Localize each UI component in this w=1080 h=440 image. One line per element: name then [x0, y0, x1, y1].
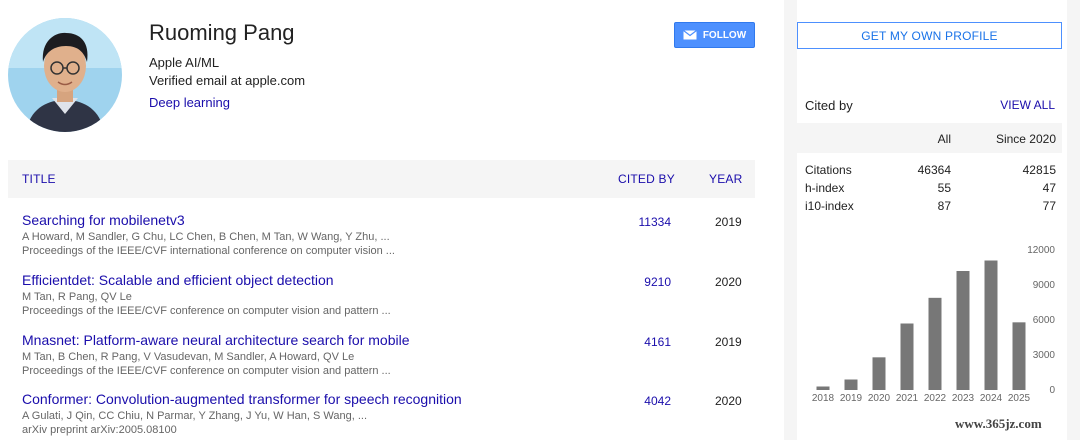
- stats-all-header: All: [937, 132, 951, 146]
- article-year: 2019: [715, 335, 742, 349]
- stats-all-value: 46364: [917, 163, 951, 177]
- profile-affiliation: Apple AI/ML: [149, 55, 220, 70]
- stats-header: All Since 2020: [797, 123, 1062, 153]
- x-tick-label: 2019: [840, 393, 863, 404]
- article-venue: arXiv preprint arXiv:2005.08100: [22, 424, 177, 436]
- x-tick-label: 2022: [924, 393, 947, 404]
- article-authors: M Tan, R Pang, QV Le: [22, 291, 132, 303]
- stats-since-value: 77: [1042, 199, 1056, 213]
- x-tick-label: 2023: [952, 393, 975, 404]
- article-year: 2020: [715, 275, 742, 289]
- stats-row: h-index 55 47: [797, 181, 1062, 199]
- stats-label-link[interactable]: Citations: [805, 163, 852, 177]
- stats-label-link[interactable]: i10-index: [805, 199, 854, 213]
- stats-since-value: 47: [1042, 181, 1056, 195]
- avatar: [8, 18, 122, 132]
- article-year: 2019: [715, 215, 742, 229]
- table-row: Efficientdet: Scalable and efficient obj…: [8, 272, 755, 332]
- table-row: Mnasnet: Platform-aware neural architect…: [8, 332, 755, 392]
- research-interest-link[interactable]: Deep learning: [149, 95, 230, 110]
- table-row: Conformer: Convolution-augmented transfo…: [8, 391, 755, 440]
- article-venue: Proceedings of the IEEE/CVF internationa…: [22, 245, 395, 257]
- y-tick-label: 0: [1049, 385, 1055, 396]
- citation-bar[interactable]: [1012, 322, 1026, 390]
- y-tick-label: 12000: [1027, 245, 1055, 256]
- citation-bar[interactable]: [928, 297, 942, 390]
- citation-bar[interactable]: [872, 357, 886, 390]
- y-tick-label: 9000: [1033, 280, 1056, 291]
- article-authors: M Tan, B Chen, R Pang, V Vasudevan, M Sa…: [22, 351, 355, 363]
- profile-main: Ruoming Pang Apple AI/ML Verified email …: [0, 0, 784, 440]
- stats-since-value: 42815: [1022, 163, 1056, 177]
- article-year: 2020: [715, 394, 742, 408]
- stats-all-value: 55: [937, 181, 951, 195]
- citation-bar[interactable]: [900, 323, 914, 391]
- cited-by-column-header[interactable]: CITED BY: [618, 172, 675, 186]
- citation-bar[interactable]: [984, 260, 998, 391]
- citation-bar[interactable]: [844, 379, 858, 391]
- y-tick-label: 6000: [1033, 315, 1056, 326]
- view-all-link[interactable]: VIEW ALL: [1000, 98, 1055, 112]
- stats-label-link[interactable]: h-index: [805, 181, 844, 195]
- citation-bar[interactable]: [956, 271, 970, 390]
- articles-table-header: TITLE CITED BY YEAR: [8, 160, 755, 198]
- citations-per-year-chart: 12000 9000 6000 3000 0 2018 2019 2020 2021 2022 20…: [812, 245, 1056, 404]
- citation-bar[interactable]: [816, 386, 830, 391]
- article-venue: Proceedings of the IEEE/CVF conference o…: [22, 305, 391, 317]
- x-tick-label: 2025: [1008, 393, 1031, 404]
- follow-button-label: FOLLOW: [702, 29, 747, 41]
- stats-all-value: 87: [937, 199, 951, 213]
- follow-button[interactable]: FOLLOW: [674, 22, 755, 48]
- get-my-own-profile-button[interactable]: GET MY OWN PROFILE: [797, 22, 1062, 49]
- watermark-text: www.365jz.com: [955, 416, 1042, 431]
- x-tick-label: 2024: [980, 393, 1003, 404]
- cited-by-heading: Cited by: [805, 98, 853, 113]
- sidebar: GET MY OWN PROFILE Cited by VIEW ALL All…: [797, 0, 1067, 440]
- stats-row: i10-index 87 77: [797, 199, 1062, 217]
- article-title-link[interactable]: Searching for mobilenetv3: [22, 212, 185, 228]
- article-cited-by-link[interactable]: 11334: [639, 215, 671, 229]
- article-authors: A Howard, M Sandler, G Chu, LC Chen, B C…: [22, 231, 390, 243]
- article-title-link[interactable]: Conformer: Convolution-augmented transfo…: [22, 391, 462, 407]
- mail-icon: [682, 30, 697, 40]
- article-title-link[interactable]: Efficientdet: Scalable and efficient obj…: [22, 272, 334, 288]
- x-tick-label: 2018: [812, 393, 835, 404]
- article-venue: Proceedings of the IEEE/CVF conference o…: [22, 365, 391, 377]
- y-tick-label: 3000: [1033, 350, 1056, 361]
- profile-email: Verified email at apple.com: [149, 73, 306, 88]
- article-cited-by-link[interactable]: 4161: [644, 335, 671, 349]
- profile-name: Ruoming Pang: [149, 20, 295, 45]
- article-cited-by-link[interactable]: 9210: [644, 275, 671, 289]
- stats-since-header: Since 2020: [995, 132, 1056, 146]
- x-tick-label: 2021: [896, 393, 919, 404]
- x-tick-label: 2020: [868, 393, 891, 404]
- year-column-header[interactable]: YEAR: [709, 172, 742, 186]
- article-title-link[interactable]: Mnasnet: Platform-aware neural architect…: [22, 332, 410, 348]
- title-column-header[interactable]: TITLE: [22, 172, 56, 186]
- article-authors: A Gulati, J Qin, CC Chiu, N Parmar, Y Zh…: [22, 410, 368, 422]
- table-row: Searching for mobilenetv3 A Howard, M Sa…: [8, 212, 755, 272]
- article-cited-by-link[interactable]: 4042: [644, 394, 671, 408]
- stats-row: Citations 46364 42815: [797, 163, 1062, 181]
